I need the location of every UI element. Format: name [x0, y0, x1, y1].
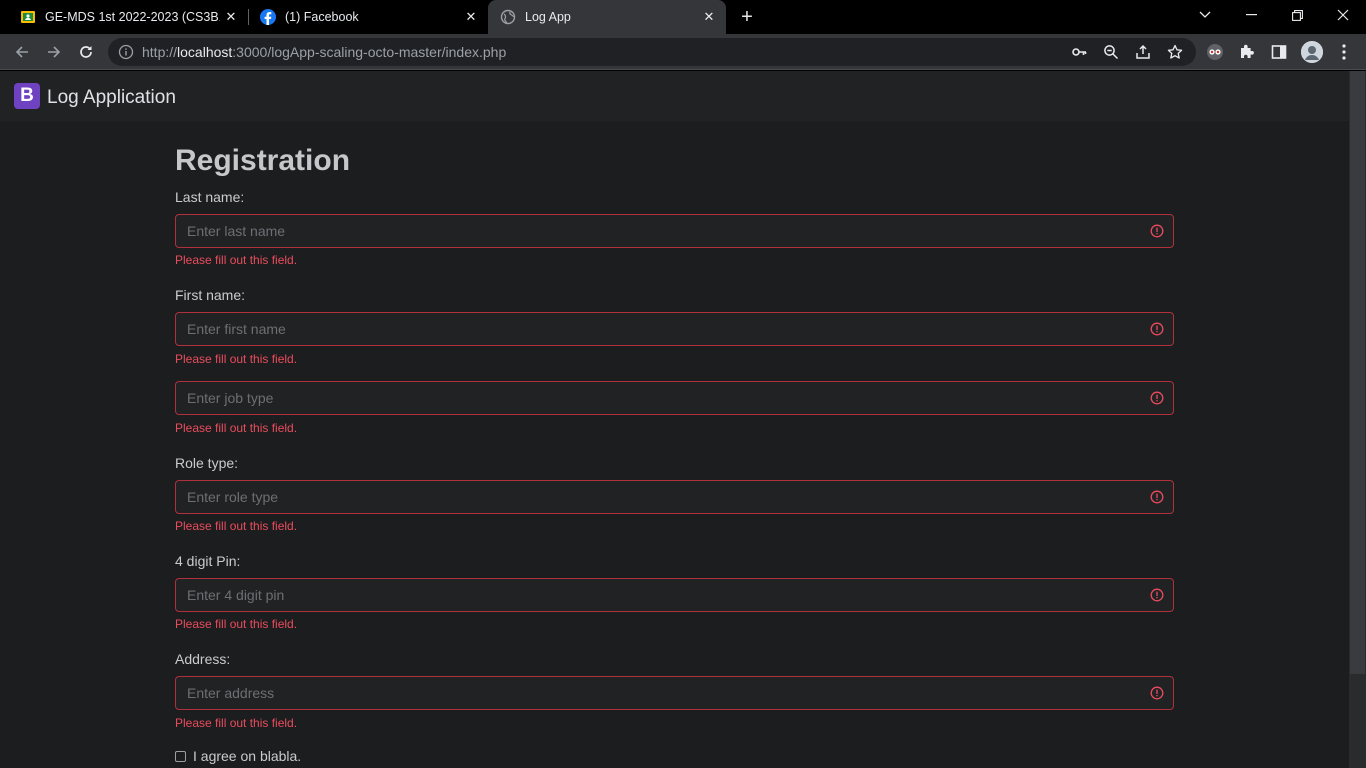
last-name-label: Last name:: [175, 189, 245, 205]
job-type-input[interactable]: Enter job type: [175, 381, 1174, 415]
address-label: Address:: [175, 651, 231, 667]
warning-icon: [1150, 391, 1164, 405]
classroom-icon: [20, 9, 36, 25]
agree-row[interactable]: I agree on blabla.: [175, 748, 301, 764]
address-input[interactable]: Enter address: [175, 676, 1174, 710]
tab-classroom[interactable]: GE-MDS 1st 2022-2023 (CS3B1) ✕: [8, 0, 248, 34]
warning-icon: [1150, 588, 1164, 602]
brand-name[interactable]: Log Application: [47, 87, 176, 109]
minimize-icon: [1245, 14, 1257, 16]
placeholder: Enter last name: [187, 223, 286, 239]
chevron-down-icon: [1199, 11, 1211, 18]
tab-title: GE-MDS 1st 2022-2023 (CS3B1): [45, 10, 220, 24]
new-tab-button[interactable]: +: [736, 6, 758, 28]
page-title: Registration: [175, 144, 351, 177]
address-error: Please fill out this field.: [175, 716, 298, 730]
share-icon[interactable]: [1135, 44, 1151, 60]
restore-button[interactable]: [1274, 0, 1320, 30]
back-button[interactable]: [8, 38, 36, 66]
role-type-label: Role type:: [175, 455, 239, 471]
restore-icon: [1291, 9, 1303, 21]
bootstrap-logo[interactable]: B: [14, 83, 40, 109]
pin-input[interactable]: Enter 4 digit pin: [175, 578, 1174, 612]
reload-icon: [80, 46, 92, 58]
placeholder: Enter role type: [187, 489, 279, 505]
last-name-error: Please fill out this field.: [175, 253, 298, 267]
reload-button[interactable]: [72, 38, 100, 66]
close-window-button[interactable]: [1320, 0, 1366, 30]
pin-error: Please fill out this field.: [175, 617, 298, 631]
first-name-label: First name:: [175, 287, 246, 303]
agree-checkbox[interactable]: [175, 750, 186, 762]
agree-label: I agree on blabla.: [193, 748, 302, 764]
tab-strip: GE-MDS 1st 2022-2023 (CS3B1) ✕ (1) Faceb…: [0, 0, 1366, 34]
arrow-right-icon: [48, 46, 61, 58]
tab-search-button[interactable]: [1182, 0, 1228, 30]
extension-eyes-icon[interactable]: [1205, 42, 1225, 62]
zoom-icon[interactable]: [1103, 44, 1119, 60]
placeholder: Enter 4 digit pin: [187, 587, 285, 603]
minimize-button[interactable]: [1228, 0, 1274, 30]
extensions-puzzle-icon[interactable]: [1237, 42, 1257, 62]
page-viewport: B Log Application Registration Last name…: [0, 71, 1349, 768]
role-type-input[interactable]: Enter role type: [175, 480, 1174, 514]
globe-icon: [500, 9, 516, 25]
placeholder: Enter job type: [187, 390, 274, 406]
close-icon[interactable]: ✕: [220, 6, 242, 28]
warning-icon: [1150, 686, 1164, 700]
tab-title: (1) Facebook: [285, 10, 359, 24]
site-navbar: B Log Application: [0, 71, 1349, 121]
pin-label: 4 digit Pin:: [175, 553, 241, 569]
star-icon[interactable]: [1167, 44, 1183, 60]
info-icon[interactable]: [118, 44, 134, 60]
warning-icon: [1150, 322, 1164, 336]
facebook-icon: [260, 9, 276, 25]
menu-dots-icon[interactable]: [1334, 42, 1354, 62]
forward-button[interactable]: [40, 38, 68, 66]
first-name-error: Please fill out this field.: [175, 352, 298, 366]
browser-toolbar: http://localhost:3000/logApp-scaling-oct…: [0, 34, 1366, 70]
url-text: http://localhost:3000/logApp-scaling-oct…: [142, 44, 507, 60]
last-name-input[interactable]: Enter last name: [175, 214, 1174, 248]
warning-icon: [1150, 490, 1164, 504]
address-bar[interactable]: http://localhost:3000/logApp-scaling-oct…: [108, 38, 1196, 66]
tab-facebook[interactable]: (1) Facebook ✕: [248, 0, 488, 34]
scrollbar-thumb[interactable]: [1350, 71, 1365, 674]
tab-log-app[interactable]: Log App ✕: [488, 0, 726, 34]
placeholder: Enter address: [187, 685, 275, 701]
key-icon[interactable]: [1071, 44, 1087, 60]
close-icon[interactable]: ✕: [698, 6, 720, 28]
first-name-input[interactable]: Enter first name: [175, 312, 1174, 346]
arrow-left-icon: [15, 46, 28, 58]
close-icon[interactable]: ✕: [460, 6, 482, 28]
profile-avatar[interactable]: [1301, 41, 1323, 63]
placeholder: Enter first name: [187, 321, 286, 337]
job-type-error: Please fill out this field.: [175, 421, 298, 435]
side-panel-icon[interactable]: [1269, 42, 1289, 62]
role-type-error: Please fill out this field.: [175, 519, 298, 533]
warning-icon: [1150, 224, 1164, 238]
tab-title: Log App: [525, 10, 571, 24]
close-icon: [1337, 9, 1349, 21]
